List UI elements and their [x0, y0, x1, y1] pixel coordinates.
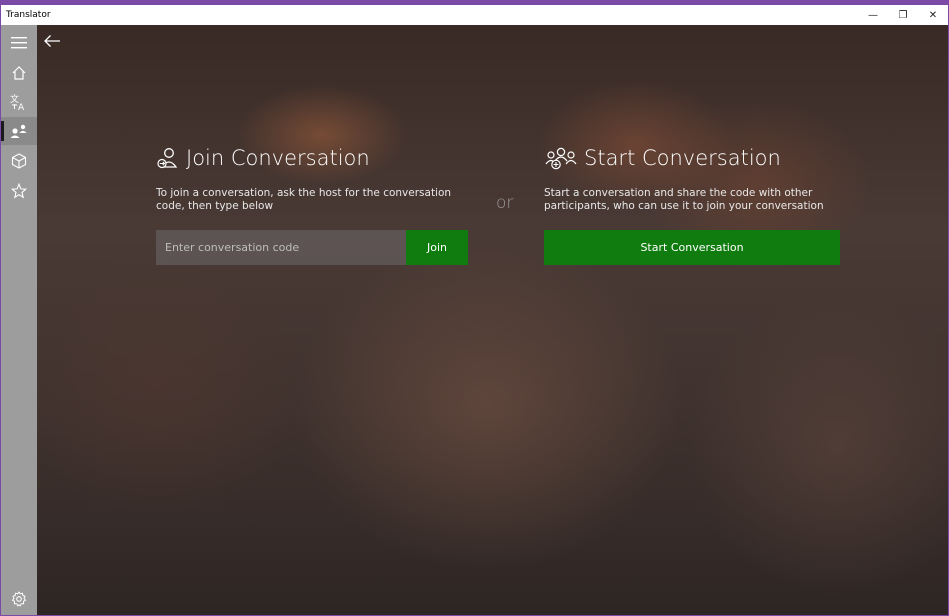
- title-bar: Translator — ❐ ✕: [1, 5, 948, 25]
- sidebar-item-translate[interactable]: 文 A: [1, 88, 37, 116]
- sidebar-item-home[interactable]: [1, 59, 37, 87]
- conversation-page: Join Conversation To join a conversation…: [37, 25, 948, 615]
- sidebar-item-settings[interactable]: [1, 585, 37, 613]
- conversation-code-input[interactable]: [156, 230, 406, 265]
- back-button[interactable]: [41, 31, 63, 51]
- sidebar-item-favorites[interactable]: [1, 177, 37, 205]
- join-conversation-description: To join a conversation, ask the host for…: [156, 187, 476, 213]
- join-description-line-1: To join a conversation, ask the host for…: [156, 187, 452, 199]
- or-separator: or: [496, 193, 514, 213]
- home-icon: [12, 66, 26, 80]
- favorites-star-icon: [11, 183, 27, 199]
- start-conversation-title: Start Conversation: [584, 146, 781, 170]
- translate-icon: 文 A: [10, 93, 25, 111]
- sidebar-item-phrasebook[interactable]: [1, 147, 37, 175]
- join-conversation-heading: Join Conversation: [156, 143, 476, 173]
- start-description-line-2: participants, who can use it to join you…: [544, 200, 824, 212]
- sidebar-item-conversation[interactable]: [1, 117, 37, 145]
- conversation-icon: [10, 124, 27, 138]
- start-conversation-button[interactable]: Start Conversation: [544, 230, 840, 265]
- window-title: Translator: [6, 10, 51, 20]
- hamburger-menu-button[interactable]: [1, 29, 37, 57]
- hamburger-menu-icon: [11, 37, 27, 49]
- start-description-line-1: Start a conversation and share the code …: [544, 187, 813, 199]
- join-input-row: Join: [156, 230, 468, 265]
- back-arrow-icon: [44, 35, 60, 47]
- phrasebook-icon: [11, 153, 27, 169]
- svg-text:A: A: [18, 103, 25, 111]
- start-conversation-description: Start a conversation and share the code …: [544, 187, 854, 213]
- join-button[interactable]: Join: [406, 230, 468, 265]
- join-conversation-panel: Join Conversation To join a conversation…: [156, 143, 476, 213]
- sidebar-nav: 文 A: [1, 25, 37, 615]
- join-conversation-title: Join Conversation: [186, 146, 370, 170]
- start-conversation-heading: Start Conversation: [544, 143, 854, 173]
- app-window: Translator — ❐ ✕ 文 A Join Conversation T…: [0, 0, 949, 616]
- close-button[interactable]: ✕: [918, 5, 948, 25]
- settings-gear-icon: [11, 591, 27, 607]
- join-person-icon: [156, 146, 180, 170]
- maximize-button[interactable]: ❐: [888, 5, 918, 25]
- minimize-button[interactable]: —: [858, 5, 888, 25]
- join-description-line-2: code, then type below: [156, 200, 274, 212]
- start-group-icon: [544, 146, 578, 170]
- start-conversation-panel: Start Conversation Start a conversation …: [544, 143, 854, 213]
